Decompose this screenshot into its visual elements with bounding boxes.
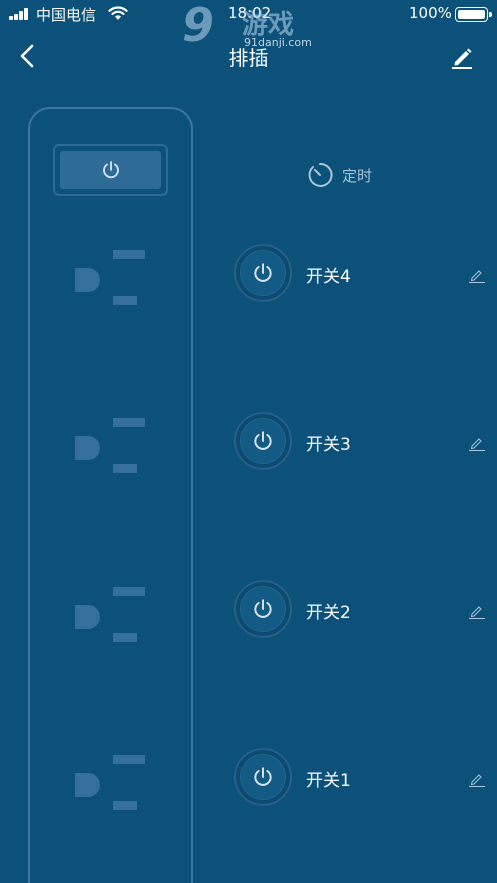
switch-2-rename-pencil-icon[interactable] bbox=[468, 602, 486, 620]
switch-3-label: 开关3 bbox=[306, 435, 351, 455]
nav-bar: 排插 bbox=[0, 30, 497, 82]
power-icon bbox=[102, 161, 119, 179]
switch-3-rename-pencil-icon[interactable] bbox=[468, 434, 486, 452]
timer-button[interactable]: 定时 bbox=[306, 160, 372, 190]
switch-4-power-button[interactable] bbox=[234, 244, 292, 302]
socket-outlet-4 bbox=[75, 250, 150, 310]
power-icon bbox=[254, 431, 272, 450]
switch-row-3: 开关3 bbox=[234, 412, 497, 472]
signal-icon bbox=[9, 8, 31, 20]
wifi-icon bbox=[108, 6, 128, 20]
timer-icon bbox=[308, 162, 333, 187]
power-icon bbox=[254, 263, 272, 282]
battery-icon bbox=[455, 7, 492, 22]
switch-row-4: 开关4 bbox=[234, 244, 497, 304]
switch-row-1: 开关1 bbox=[234, 748, 497, 808]
switch-1-rename-pencil-icon[interactable] bbox=[468, 770, 486, 788]
pencil-icon bbox=[452, 48, 472, 69]
socket-outlet-2 bbox=[75, 587, 150, 647]
switch-1-label: 开关1 bbox=[306, 771, 351, 791]
switch-2-label: 开关2 bbox=[306, 603, 351, 623]
power-icon bbox=[254, 599, 272, 618]
edit-button[interactable] bbox=[447, 42, 477, 72]
power-icon bbox=[254, 767, 272, 786]
page-title: 排插 bbox=[228, 46, 269, 70]
switch-row-2: 开关2 bbox=[234, 580, 497, 640]
switch-4-label: 开关4 bbox=[306, 267, 351, 287]
switch-4-rename-pencil-icon[interactable] bbox=[468, 266, 486, 284]
socket-outlet-1 bbox=[75, 755, 150, 815]
timer-label: 定时 bbox=[342, 166, 373, 185]
carrier-name: 中国电信 bbox=[36, 6, 97, 24]
switch-2-power-button[interactable] bbox=[234, 580, 292, 638]
switch-3-power-button[interactable] bbox=[234, 412, 292, 470]
master-power-button[interactable] bbox=[53, 144, 168, 196]
socket-outlet-3 bbox=[75, 418, 150, 478]
switch-1-power-button[interactable] bbox=[234, 748, 292, 806]
battery-percent: 100% bbox=[409, 4, 452, 22]
